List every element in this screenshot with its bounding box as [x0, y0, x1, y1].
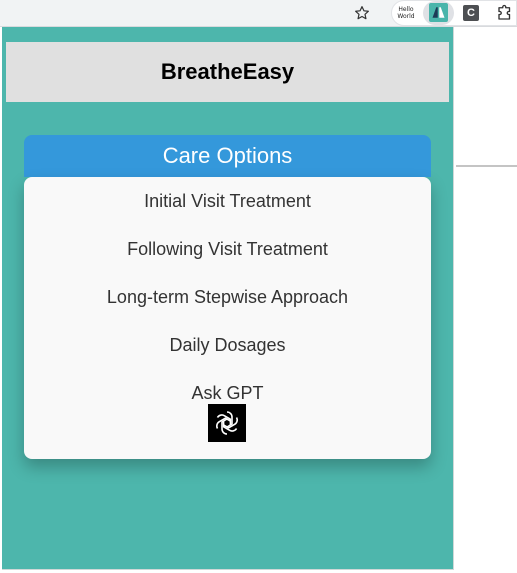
- hello-world-extension-icon[interactable]: Hello World: [395, 4, 417, 22]
- puzzle-icon[interactable]: [494, 2, 516, 24]
- lung-icon[interactable]: [429, 3, 448, 22]
- menu-item-initial-visit[interactable]: Initial Visit Treatment: [24, 179, 431, 223]
- c-extension-icon[interactable]: C: [463, 5, 479, 21]
- popup-header: BreatheEasy: [6, 42, 449, 102]
- care-options-button[interactable]: Care Options: [24, 135, 431, 177]
- menu-item-following-visit[interactable]: Following Visit Treatment: [24, 227, 431, 271]
- openai-icon[interactable]: [208, 404, 246, 442]
- care-options-dropdown: Initial Visit Treatment Following Visit …: [24, 177, 431, 459]
- browser-toolbar: Hello World C: [0, 0, 517, 27]
- app-title: BreatheEasy: [160, 59, 295, 84]
- menu-item-daily-dosages[interactable]: Daily Dosages: [24, 323, 431, 367]
- extension-popup: BreatheEasy Care Options Initial Visit T…: [2, 27, 454, 570]
- page-divider: [456, 165, 517, 167]
- bookmark-star-icon[interactable]: [351, 2, 373, 24]
- menu-item-stepwise-approach[interactable]: Long-term Stepwise Approach: [24, 275, 431, 319]
